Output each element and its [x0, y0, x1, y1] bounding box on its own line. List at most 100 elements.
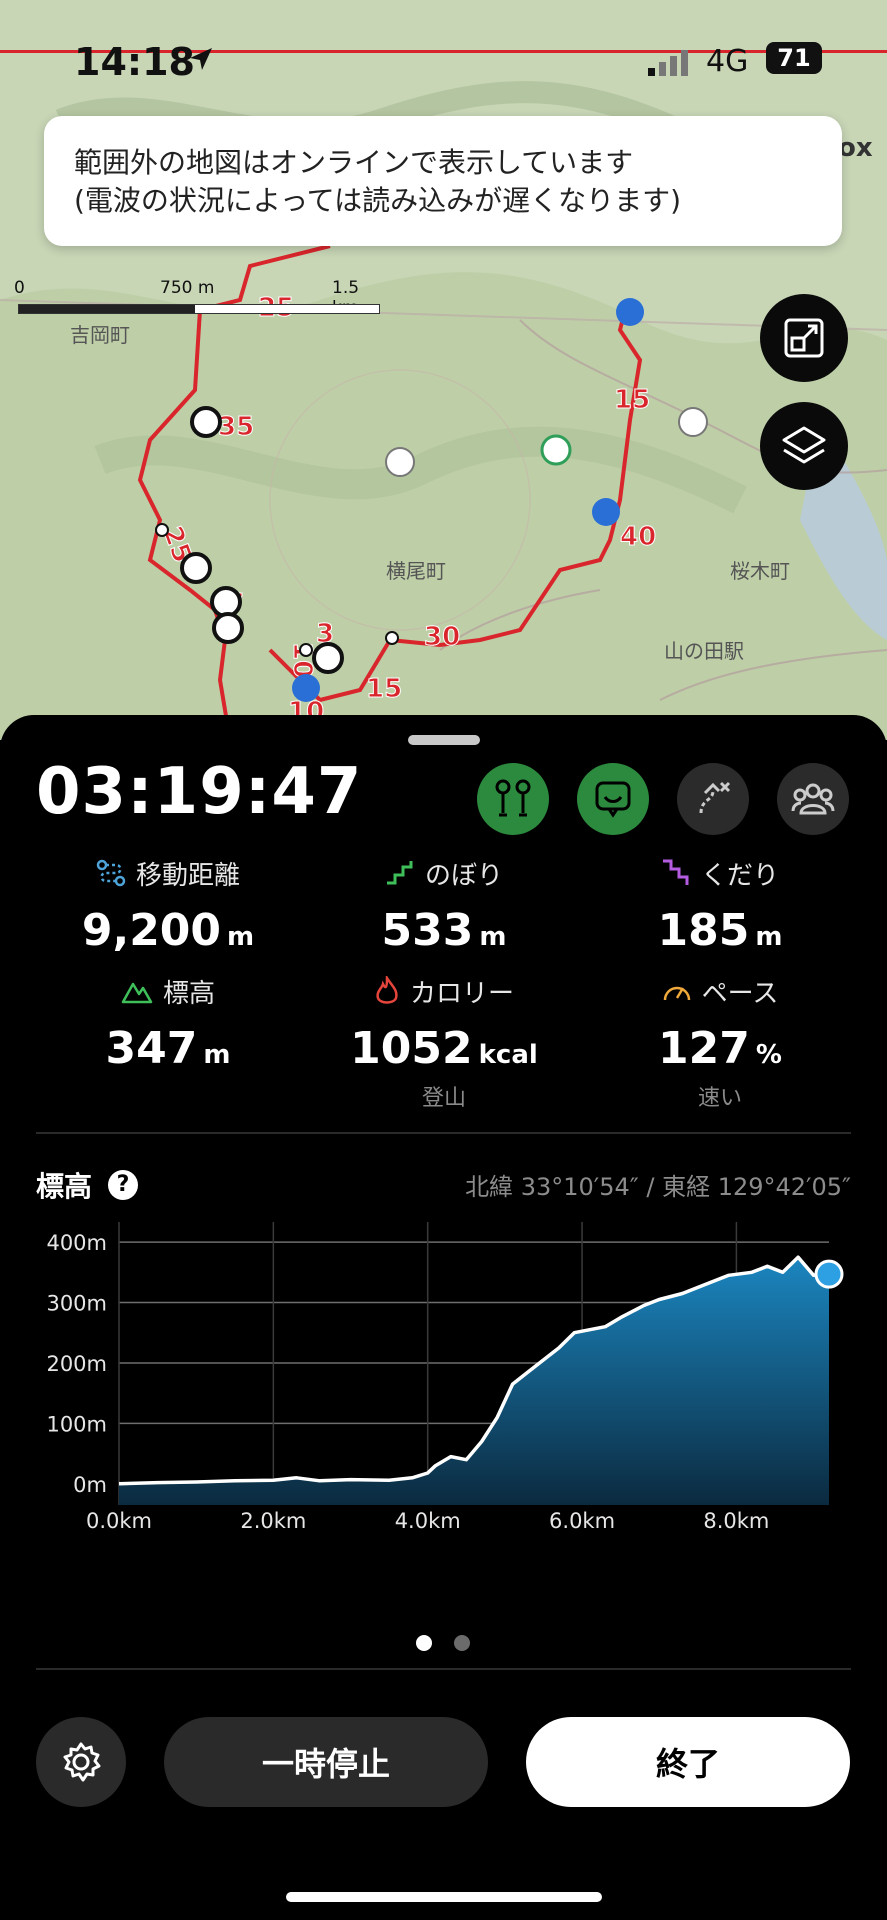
svg-text:15: 15: [366, 674, 402, 704]
x-tick-label: 0.0km: [86, 1509, 152, 1530]
map-scale: 0 750 m 1.5 km: [14, 278, 380, 318]
divider-bottom: [36, 1668, 851, 1670]
status-time: 14:18: [74, 40, 195, 84]
svg-text:40: 40: [620, 522, 656, 552]
y-tick-label: 200m: [46, 1352, 107, 1376]
fit-bounds-icon: [784, 318, 824, 358]
x-tick-label: 2.0km: [240, 1509, 306, 1530]
toast-line-1: 範囲外の地図はオンラインで表示しています: [74, 146, 634, 179]
stat-pace: ペース 127% 速い: [585, 973, 855, 1112]
toast-line-2: (電波の状況によっては読み込みが遅くなります): [74, 184, 682, 217]
signal-icon: [648, 50, 688, 76]
distance-icon: [96, 859, 126, 887]
stat-ascent-unit: m: [479, 922, 507, 952]
y-tick-label: 400m: [46, 1231, 107, 1255]
chart-x-axis: 0.0km 2.0km 4.0km 6.0km 8.0km: [86, 1509, 769, 1530]
stat-pace-unit: %: [755, 1040, 782, 1070]
y-tick-label: 100m: [46, 1412, 107, 1436]
stat-calories-activity: 登山: [421, 1086, 466, 1111]
stat-elevation: 標高 347 m: [33, 973, 303, 1075]
stat-calories-unit: kcal: [478, 1040, 538, 1070]
group-button[interactable]: [777, 763, 849, 835]
elevation-area: [119, 1257, 829, 1505]
status-bar: 14:18 4G 71: [0, 0, 887, 110]
svg-text:山の田駅: 山の田駅: [664, 639, 744, 663]
stat-distance-value: 9,200: [81, 905, 222, 956]
scale-bar: [18, 304, 380, 314]
stat-calories-value: 1052: [350, 1023, 473, 1074]
svg-text:吉岡町: 吉岡町: [70, 323, 130, 347]
home-indicator: [286, 1892, 602, 1902]
layers-icon: [782, 426, 826, 464]
map-pins-icon: [495, 779, 531, 817]
mountain-icon: [121, 982, 153, 1004]
svg-text:30: 30: [424, 622, 460, 652]
speedometer-icon: [663, 986, 690, 1001]
layers-button[interactable]: [760, 402, 848, 490]
current-position-marker: [814, 1259, 844, 1289]
stat-descent-unit: m: [755, 922, 783, 952]
scale-zero: 0: [14, 278, 25, 298]
ascent-icon: [386, 861, 413, 885]
map-view[interactable]: 25 35 25 15 40 30 15 10 3 10 7 吉岡町 横尾町 桜…: [0, 0, 887, 740]
stat-pace-value: 127: [658, 1023, 750, 1074]
help-icon[interactable]: ?: [108, 1170, 139, 1200]
elapsed-timer: 03:19:47: [36, 755, 363, 829]
stat-descent-value: 185: [657, 905, 750, 956]
network-type: 4G: [706, 44, 749, 79]
route-off-icon: [699, 781, 731, 814]
scale-mid: 750 m: [160, 278, 215, 298]
elevation-chart[interactable]: 0m 100m 200m 300m 400m 0.0km 2.0km 4.0km 6.0km 8…: [0, 1210, 887, 1530]
stat-elevation-label: 標高: [162, 978, 215, 1009]
route-off-button[interactable]: [677, 763, 749, 835]
elevation-section-title: 標高 ?: [36, 1165, 139, 1205]
stat-descent: くだり 185 m: [585, 855, 855, 956]
y-tick-label: 0m: [73, 1473, 107, 1497]
descent-icon: [662, 859, 689, 885]
battery-indicator: 71: [766, 42, 822, 74]
location-arrow-icon: [190, 48, 212, 70]
chart-y-axis: 0m 100m 200m 300m 400m: [46, 1231, 107, 1497]
map-pins-button[interactable]: [477, 763, 549, 835]
settings-button[interactable]: [36, 1717, 126, 1807]
stat-distance: 移動距離 9,200 m: [33, 855, 303, 956]
stat-elevation-value: 347: [105, 1023, 198, 1074]
svg-text:横尾町: 横尾町: [386, 559, 446, 583]
divider: [36, 1132, 851, 1134]
x-tick-label: 4.0km: [395, 1509, 461, 1530]
drag-handle[interactable]: [408, 735, 480, 745]
flame-icon: [376, 976, 398, 1004]
page-dot-2[interactable]: [454, 1635, 470, 1651]
stat-ascent-label: のぼり: [424, 860, 503, 891]
pause-button[interactable]: 一時停止: [164, 1717, 488, 1807]
fit-bounds-button[interactable]: [760, 294, 848, 382]
chat-button[interactable]: [577, 763, 649, 835]
stat-elevation-unit: m: [203, 1040, 231, 1070]
group-icon: [791, 783, 835, 815]
page-dot-1[interactable]: [416, 1635, 432, 1651]
end-button[interactable]: 終了: [526, 1717, 850, 1807]
svg-text:15: 15: [614, 385, 650, 415]
stat-ascent: のぼり 533 m: [309, 855, 579, 957]
stat-distance-unit: m: [227, 922, 255, 952]
svg-text:35: 35: [218, 412, 254, 442]
activity-panel: 03:19:47 移動距離 9,200 m のぼり 533 m くだり 185 …: [0, 715, 887, 1920]
stat-descent-label: くだり: [700, 860, 779, 891]
stat-distance-label: 移動距離: [135, 860, 240, 891]
stat-pace-rating: 速い: [697, 1086, 742, 1111]
elevation-title: 標高: [36, 1170, 93, 1203]
x-tick-label: 8.0km: [703, 1509, 769, 1530]
coordinates: 北緯 33°10′54″ / 東経 129°42′05″: [465, 1173, 851, 1201]
stat-calories-label: カロリー: [409, 978, 514, 1009]
y-tick-label: 300m: [46, 1292, 107, 1316]
offline-map-toast: 範囲外の地図はオンラインで表示しています (電波の状況によっては読み込みが遅くな…: [44, 116, 842, 246]
svg-text:桜木町: 桜木町: [730, 559, 790, 583]
svg-text:ox: ox: [838, 133, 873, 163]
gear-icon: [63, 1742, 101, 1782]
stat-pace-label: ペース: [701, 978, 779, 1009]
chat-icon: [595, 781, 631, 818]
stat-ascent-value: 533: [381, 905, 474, 956]
x-tick-label: 6.0km: [549, 1509, 615, 1530]
stat-calories: カロリー 1052 kcal 登山: [309, 973, 579, 1112]
map-canvas[interactable]: 25 35 25 15 40 30 15 10 3 10 7 吉岡町 横尾町 桜…: [0, 0, 887, 740]
